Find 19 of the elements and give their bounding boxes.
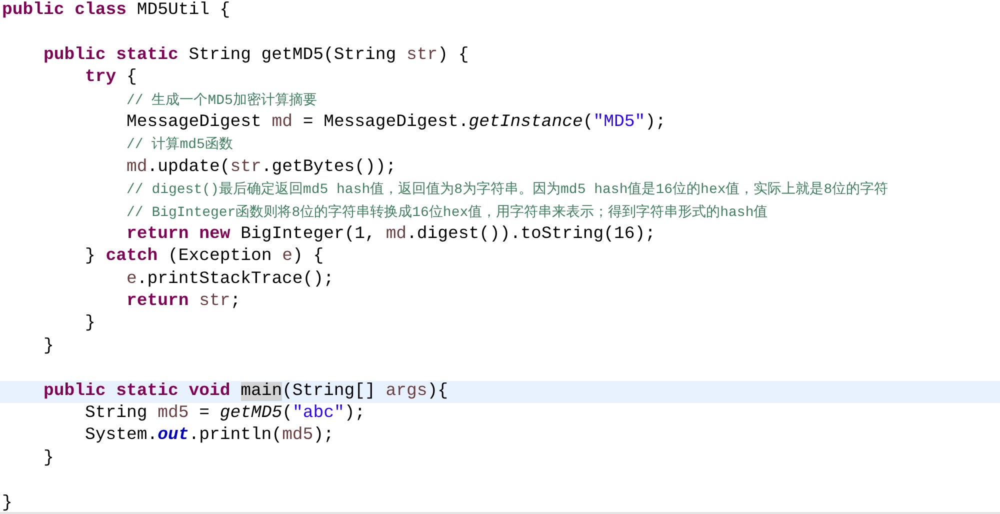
code-line: } — [42, 336, 55, 358]
code-line: return new BigInteger(1, md.digest()).toString(16); — [126, 224, 656, 246]
code-line: public static String getMD5(String str) { — [42, 44, 470, 67]
code-line: MessageDigest md = MessageDigest.getInstance("MD5"); — [126, 112, 667, 134]
code-line: e.printStackTrace(); — [126, 268, 335, 291]
code-line: public class MD5Util { — [1, 0, 232, 22]
code-line: // digest()最后确定返回md5 hash值，返回值为8为字符串。因为md5 hash值是16位的hex值，实际上就是8位的字符 — [126, 180, 890, 200]
code-line: } — [42, 448, 55, 470]
code-line: } catch (Exception e) { — [84, 246, 325, 268]
code-line: } — [84, 313, 96, 336]
code-line: String md5 = getMD5("abc"); — [84, 403, 366, 426]
code-line: // 生成一个MD5加密计算摘要 — [126, 91, 318, 111]
code-line: try { — [84, 67, 138, 90]
code-line: } — [1, 492, 14, 514]
code-line: md.update(str.getBytes()); — [126, 156, 398, 179]
code-line: System.out.println(md5); — [84, 425, 335, 448]
code-line: // BigInteger函数则将8位的字符串转换成16位hex值，用字符串来表示；得到字符串形式的hash值 — [126, 203, 769, 223]
code-line: return str; — [126, 291, 242, 314]
code-line: // 计算md5函数 — [126, 136, 234, 156]
